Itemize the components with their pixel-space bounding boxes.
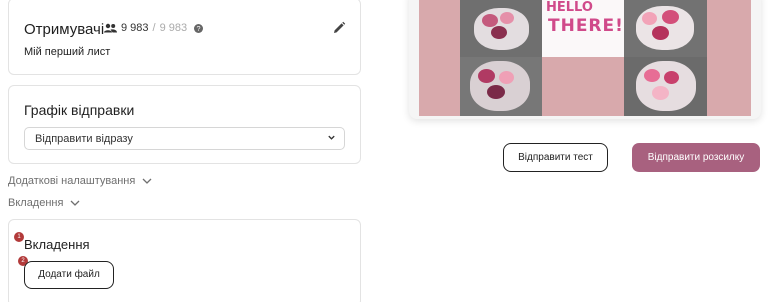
schedule-select[interactable]: Відправити відразу (24, 127, 345, 150)
active-count: 9 983 (121, 22, 149, 34)
recipients-count: 9 983 / 9 983 ? (104, 22, 204, 34)
advanced-settings-toggle[interactable]: Додаткові налаштування (8, 175, 152, 187)
bouquet-image (624, 0, 707, 57)
attachments-card: 1 Вкладення 2 Додати файл (8, 219, 361, 302)
bouquet-image (460, 0, 542, 57)
help-icon[interactable]: ? (194, 23, 204, 33)
attachments-toggle[interactable]: Вкладення (8, 197, 80, 209)
attachments-toggle-label: Вкладення (8, 197, 64, 209)
bouquet-image (460, 57, 542, 116)
chevron-down-icon (328, 135, 335, 140)
edit-icon[interactable] (332, 21, 346, 35)
count-separator: / (152, 22, 156, 34)
bouquet-image (624, 57, 707, 116)
step-badge-1: 1 (14, 232, 24, 242)
hello-there-image: HELLO THERE! (542, 0, 624, 57)
send-campaign-button[interactable]: Відправити розсилку (632, 143, 760, 172)
chevron-down-icon (70, 200, 80, 206)
svg-text:?: ? (197, 24, 201, 33)
hello-line-2: THERE! (548, 16, 624, 36)
recipients-card: Отримувачі 9 983 / 9 983 ? Мій перший ли… (8, 0, 361, 75)
attachments-title: Вкладення (24, 237, 90, 252)
total-count: 9 983 (159, 22, 188, 34)
email-preview: HELLO THERE! (409, 0, 761, 119)
advanced-settings-label: Додаткові налаштування (8, 175, 136, 187)
recipients-subtitle: Мій перший лист (24, 46, 111, 58)
schedule-card: Графік відправки Відправити відразу (8, 85, 361, 164)
hello-line-1: HELLO (546, 0, 593, 15)
chevron-down-icon (142, 178, 152, 184)
recipients-title: Отримувачі (24, 21, 105, 38)
schedule-selected-value: Відправити відразу (35, 133, 133, 145)
schedule-title: Графік відправки (24, 102, 135, 118)
send-test-button[interactable]: Відправити тест (503, 143, 608, 172)
add-file-button[interactable]: Додати файл (24, 261, 114, 289)
users-icon (104, 23, 117, 33)
